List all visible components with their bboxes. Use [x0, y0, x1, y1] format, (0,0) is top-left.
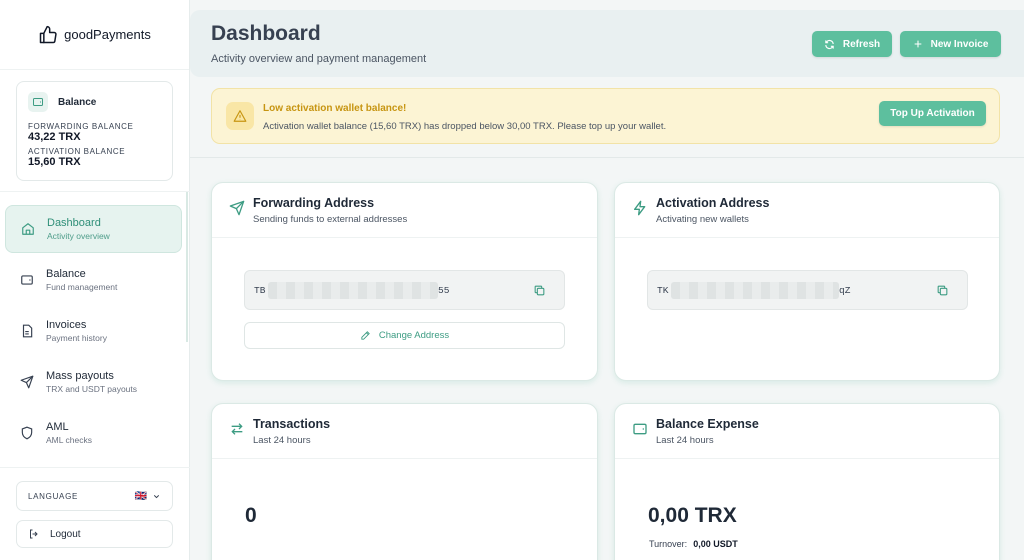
refresh-icon	[825, 39, 834, 49]
forwarding-balance-label: FORWARDING BALANCE	[28, 122, 134, 131]
forwarding-balance-value: 43,22 TRX	[28, 131, 81, 143]
warning-icon	[226, 102, 254, 130]
sidebar-item-label: Balance	[46, 268, 86, 280]
card-title: Activation Address	[656, 196, 770, 210]
send-icon	[228, 199, 246, 217]
card-subtitle: Last 24 hours	[253, 435, 311, 446]
section-divider	[190, 157, 1024, 158]
card-subtitle: Last 24 hours	[656, 435, 714, 446]
page-subtitle: Activity overview and payment management	[211, 53, 427, 65]
sidebar-item-aml[interactable]: AML AML checks	[5, 409, 182, 457]
activation-balance-label: ACTIVATION BALANCE	[28, 147, 126, 156]
logout-icon	[30, 529, 38, 539]
sidebar-item-sub: TRX and USDT payouts	[46, 384, 138, 394]
page-title: Dashboard	[211, 22, 321, 45]
language-label: LANGUAGE	[28, 491, 79, 501]
card-title: Transactions	[253, 417, 331, 431]
balance-card: Balance FORWARDING BALANCE 43,22 TRX ACT…	[16, 81, 173, 181]
new-invoice-label: New Invoice	[930, 38, 989, 50]
sidebar-item-sub: AML checks	[46, 435, 92, 445]
sidebar-item-sub: Fund management	[46, 282, 118, 292]
change-address-label: Change Address	[378, 330, 450, 341]
low-balance-alert: Low activation wallet balance! Activatio…	[211, 88, 1000, 144]
nav-divider	[0, 191, 190, 192]
shield-icon	[20, 426, 34, 440]
new-invoice-button[interactable]: New Invoice	[900, 31, 1001, 57]
copy-icon[interactable]	[533, 284, 546, 297]
language-select[interactable]: LANGUAGE 🇬🇧	[16, 481, 173, 511]
address-redacted	[671, 282, 839, 299]
wallet-icon	[28, 92, 48, 112]
address-suffix: 55	[438, 285, 450, 296]
sidebar-item-label: AML	[46, 421, 69, 433]
uk-flag-icon: 🇬🇧	[134, 490, 147, 502]
balance-card-title: Balance	[58, 96, 97, 108]
logout-button[interactable]: Logout	[16, 520, 173, 548]
sidebar-item-label: Invoices	[46, 319, 87, 331]
sidebar-item-label: Mass payouts	[46, 370, 114, 382]
send-icon	[20, 375, 34, 389]
logout-label: Logout	[50, 528, 81, 540]
sidebar-item-invoices[interactable]: Invoices Payment history	[5, 307, 182, 355]
change-address-button[interactable]: Change Address	[244, 322, 565, 349]
document-icon	[20, 324, 34, 338]
sidebar-scrollbar[interactable]	[186, 192, 188, 342]
lightning-icon	[631, 199, 649, 217]
brand-name: goodPayments	[64, 27, 151, 42]
wallet-icon	[20, 273, 34, 287]
page-header: Dashboard Activity overview and payment …	[190, 10, 1024, 77]
sidebar-item-dashboard[interactable]: Dashboard Activity overview	[5, 205, 182, 253]
brand[interactable]: goodPayments	[0, 0, 189, 70]
swap-arrows-icon	[228, 420, 246, 438]
sidebar-item-label: Dashboard	[47, 217, 101, 229]
transactions-card: Transactions Last 24 hours 0	[211, 403, 598, 560]
activation-address-card: Activation Address Activating new wallet…	[614, 182, 1000, 381]
turnover-value: 0,00 USDT	[693, 539, 738, 549]
address-prefix: TB	[254, 285, 266, 296]
forwarding-address-field[interactable]: TB 55	[244, 270, 565, 310]
wallet-icon	[631, 420, 649, 438]
card-subtitle: Sending funds to external addresses	[253, 214, 408, 225]
address-redacted	[268, 282, 438, 299]
copy-icon[interactable]	[936, 284, 949, 297]
thumbs-up-icon	[39, 25, 57, 43]
transactions-count: 0	[245, 504, 257, 527]
sidebar-item-mass-payouts[interactable]: Mass payouts TRX and USDT payouts	[5, 358, 182, 406]
sidebar-item-sub: Payment history	[46, 333, 107, 343]
card-title: Forwarding Address	[253, 196, 375, 210]
sidebar-item-balance[interactable]: Balance Fund management	[5, 256, 182, 304]
activation-address-field[interactable]: TK qZ	[647, 270, 968, 310]
alert-title: Low activation wallet balance!	[263, 103, 407, 114]
refresh-label: Refresh	[842, 38, 881, 50]
sidebar-nav: Dashboard Activity overview Balance Fund…	[5, 205, 182, 460]
edit-icon	[361, 331, 370, 340]
sidebar: goodPayments Balance FORWARDING BALANCE …	[0, 0, 190, 560]
forwarding-address-card: Forwarding Address Sending funds to exte…	[211, 182, 598, 381]
address-prefix: TK	[657, 285, 669, 296]
activation-balance-value: 15,60 TRX	[28, 156, 81, 168]
bottom-divider	[0, 467, 190, 468]
alert-text: Activation wallet balance (15,60 TRX) ha…	[263, 121, 667, 132]
balance-expense-card: Balance Expense Last 24 hours 0,00 TRX T…	[614, 403, 1000, 560]
chevron-down-icon	[153, 494, 160, 498]
plus-icon	[914, 40, 921, 48]
refresh-button[interactable]: Refresh	[812, 31, 892, 57]
top-up-activation-button[interactable]: Top Up Activation	[879, 101, 986, 126]
address-suffix: qZ	[839, 285, 851, 296]
expense-value: 0,00 TRX	[648, 504, 737, 527]
sidebar-item-sub: Activity overview	[47, 231, 110, 241]
turnover-label: Turnover:	[649, 539, 688, 549]
card-subtitle: Activating new wallets	[656, 214, 749, 225]
home-icon	[21, 222, 35, 236]
turnover: Turnover: 0,00 USDT	[649, 539, 738, 549]
card-title: Balance Expense	[656, 417, 759, 431]
